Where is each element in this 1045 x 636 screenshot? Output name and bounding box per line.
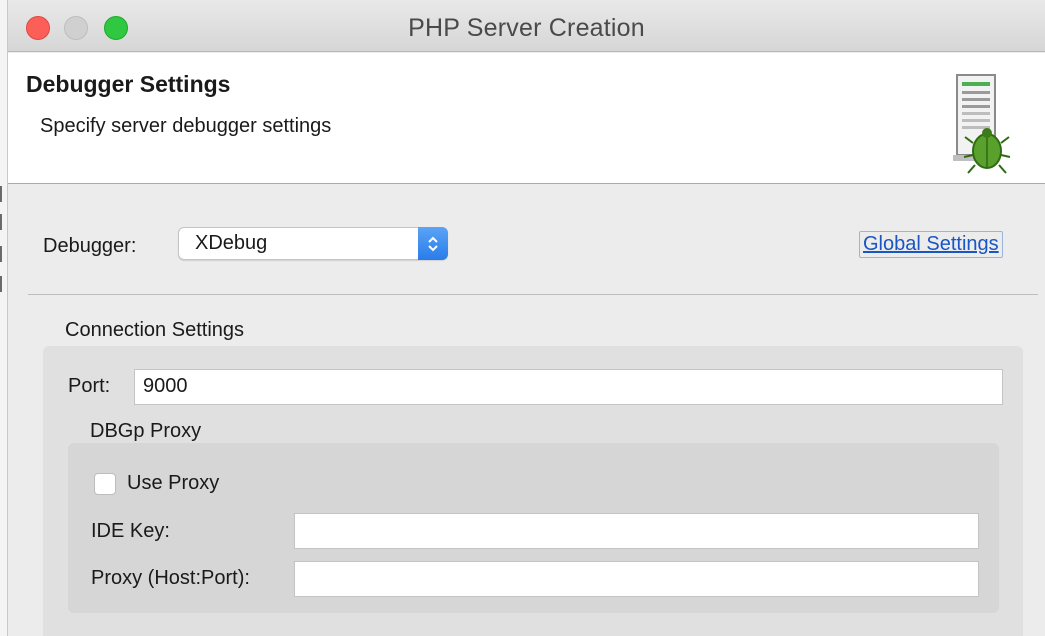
debugger-select-value: XDebug: [195, 232, 268, 254]
select-stepper-icon[interactable]: [418, 227, 448, 260]
port-label: Port:: [68, 375, 111, 397]
section-divider: [28, 294, 1038, 295]
dbgp-proxy-title: DBGp Proxy: [90, 420, 202, 442]
ide-key-label: IDE Key:: [91, 520, 170, 542]
ide-key-field[interactable]: [294, 513, 979, 549]
window-title: PHP Server Creation: [408, 14, 645, 42]
global-settings-link[interactable]: Global Settings: [859, 231, 1003, 258]
proxy-host-port-label: Proxy (Host:Port):: [91, 567, 250, 589]
banner-description: Specify server debugger settings: [40, 115, 332, 137]
dialog-window: PHP Server Creation Debugger Settings Sp…: [7, 0, 1045, 636]
edge-mark: [0, 186, 2, 202]
edge-mark: [0, 276, 2, 292]
banner-title: Debugger Settings: [26, 71, 231, 97]
debugger-select[interactable]: XDebug: [178, 227, 448, 260]
edge-mark: [0, 246, 2, 262]
port-field[interactable]: 9000: [134, 369, 1003, 405]
use-proxy-label[interactable]: Use Proxy: [127, 472, 219, 495]
server-bug-icon: [953, 74, 1011, 174]
title-bar: PHP Server Creation: [8, 0, 1045, 52]
use-proxy-checkbox[interactable]: [94, 473, 116, 495]
edge-mark: [0, 214, 2, 230]
proxy-host-port-field[interactable]: [294, 561, 979, 597]
wizard-banner: Debugger Settings Specify server debugge…: [8, 53, 1045, 184]
background-window-edge: [0, 0, 7, 636]
connection-settings-title: Connection Settings: [65, 319, 245, 341]
debugger-label: Debugger:: [43, 235, 137, 257]
